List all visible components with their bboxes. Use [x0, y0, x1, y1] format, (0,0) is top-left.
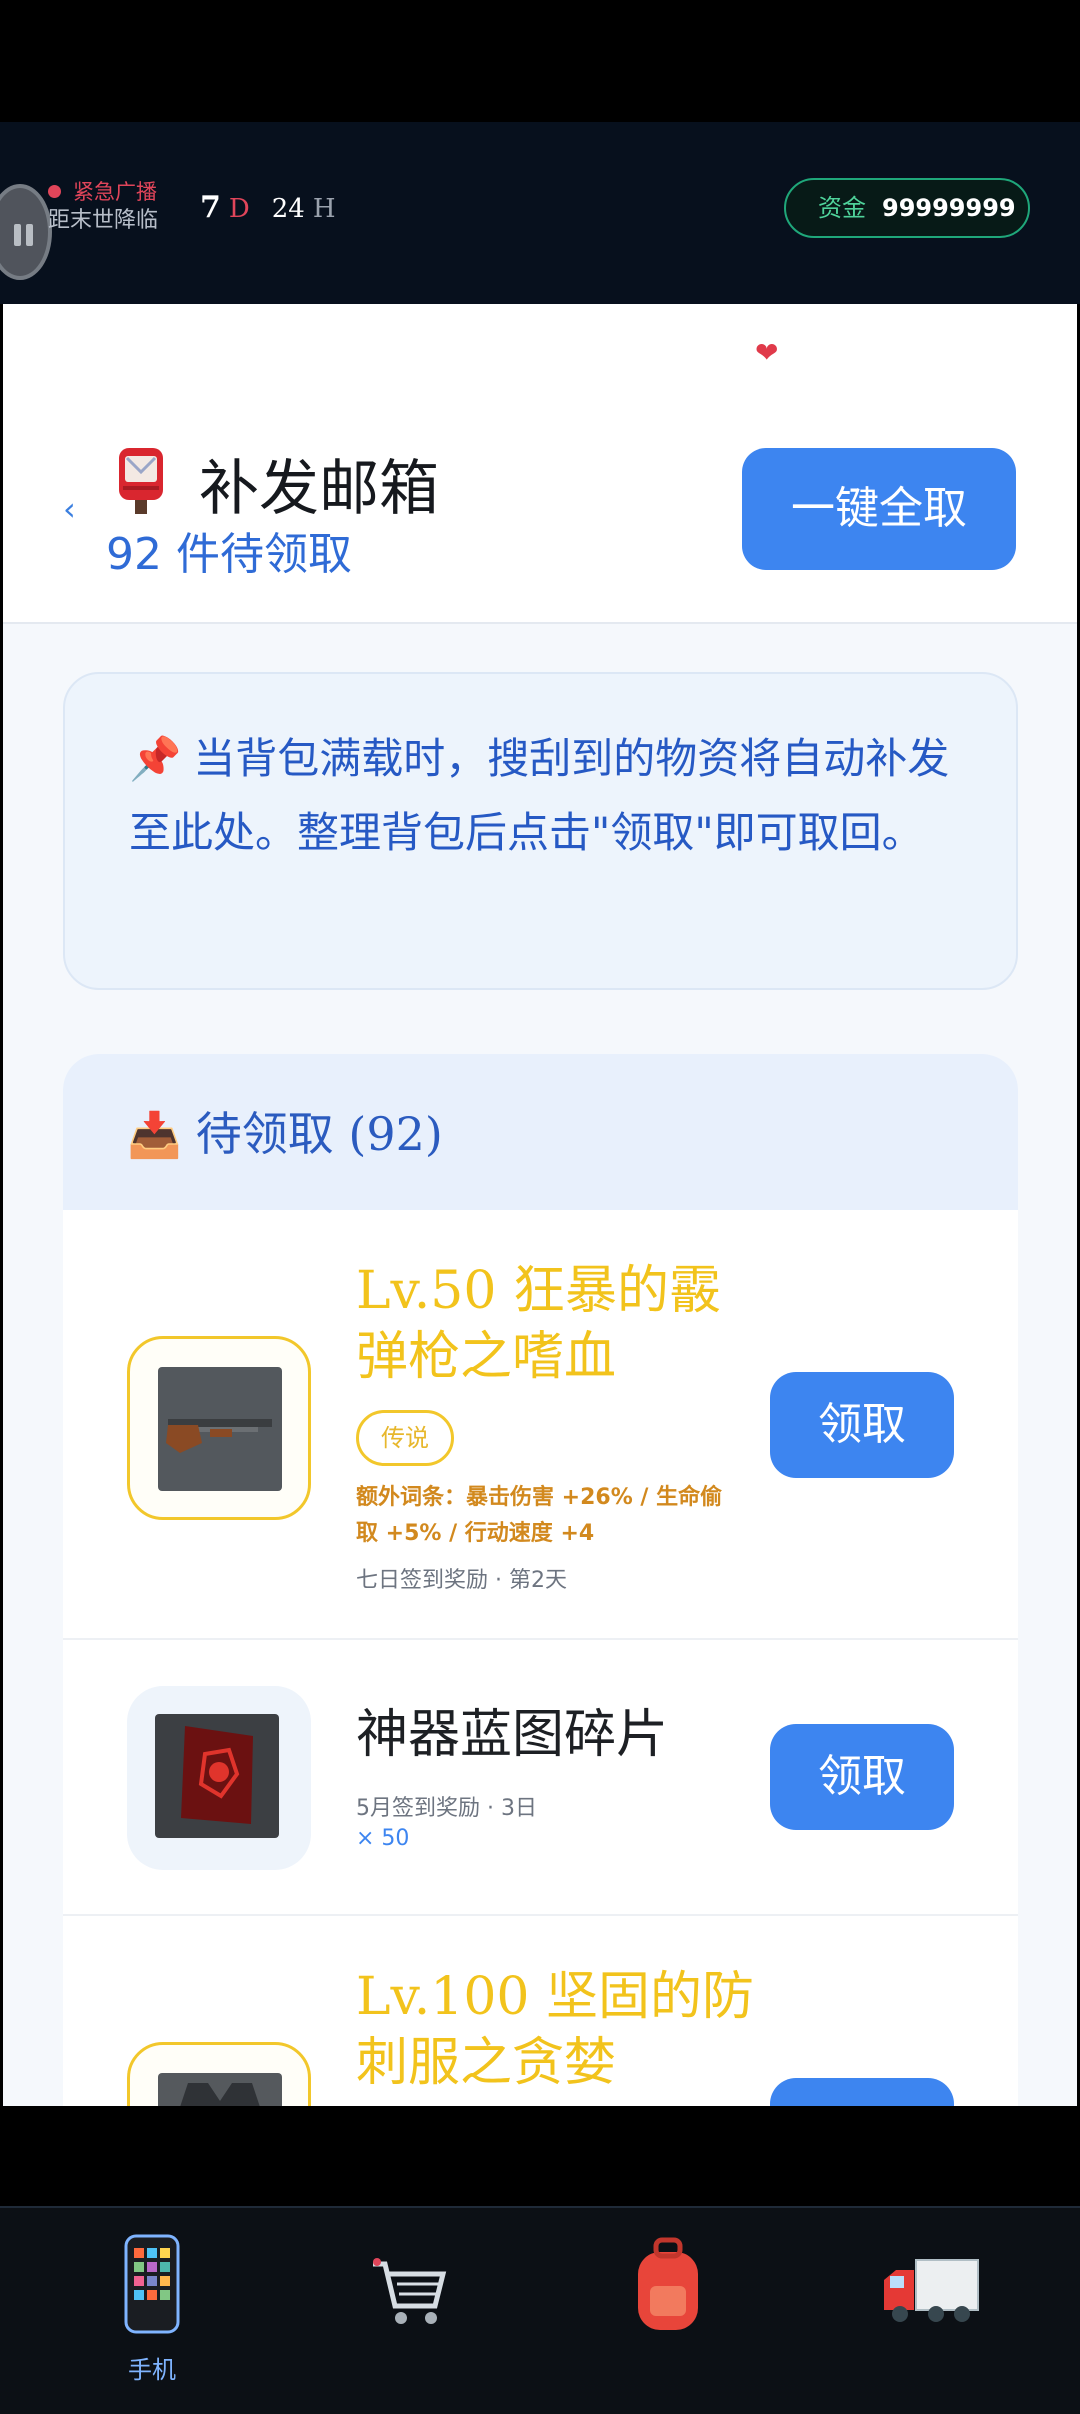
alert-dot-icon — [48, 185, 61, 198]
list-item: Lv.100 坚固的防刺服之贪婪 领取 — [63, 1916, 1018, 2106]
backpack-icon — [638, 2237, 698, 2330]
pushpin-icon: 📌 — [129, 734, 182, 783]
item-thumbnail — [127, 2042, 311, 2106]
item-name: 神器蓝图碎片 — [356, 1705, 669, 1765]
claim-button[interactable]: 领取 — [770, 1724, 954, 1830]
pause-icon — [14, 224, 34, 246]
list-item: 神器蓝图碎片 5月签到奖励 · 3日 × 50 领取 — [63, 1640, 1018, 1916]
postbox-icon — [119, 448, 163, 514]
page-title: 补发邮箱 — [199, 454, 439, 524]
item-source: 七日签到奖励 · 第2天 — [356, 1568, 567, 1593]
pending-count: 92 件待领取 — [106, 529, 352, 580]
bottom-spacer — [0, 2106, 1080, 2206]
status-bar-area — [0, 0, 1080, 122]
mailbox-panel: ❤ ‹ 补发邮箱 92 件待领取 一键全取 📌 当背包满载时，搜刮到的物资将自动补… — [3, 304, 1077, 2106]
rarity-badge: 传说 — [356, 1410, 454, 1466]
item-source: 5月签到奖励 · 3日 — [356, 1796, 537, 1821]
heart-icon: ❤ — [755, 336, 779, 369]
broadcast-label: 紧急广播 — [73, 180, 157, 204]
tab-label: 手机 — [128, 2356, 176, 2384]
doom-countdown-label: 距末世降临 — [48, 208, 159, 233]
stab-vest-icon — [158, 2073, 282, 2106]
list-header: 📥 待领取 (92) — [63, 1054, 1018, 1210]
claim-button[interactable]: 领取 — [770, 2078, 954, 2106]
funds-value: 99999999 — [882, 194, 1016, 222]
countdown-timer: 7 D 24 H — [200, 190, 336, 225]
days-unit: D — [228, 194, 250, 224]
tab-shop[interactable] — [338, 2226, 478, 2396]
item-name: Lv.100 坚固的防刺服之贪婪 — [356, 1967, 755, 2093]
truck-icon — [884, 2259, 979, 2322]
item-name: Lv.50 狂暴的霰弹枪之嗜血 — [356, 1261, 721, 1387]
list-item: Lv.50 狂暴的霰弹枪之嗜血 传说 额外词条：暴击伤害 +26% / 生命偷取… — [63, 1210, 1018, 1640]
shotgun-icon — [158, 1367, 282, 1491]
claim-all-button[interactable]: 一键全取 — [742, 448, 1016, 570]
blueprint-fragment-icon — [155, 1714, 279, 1838]
funds-label: 资金 — [818, 194, 866, 222]
tab-backpack[interactable] — [600, 2226, 740, 2396]
claim-button[interactable]: 领取 — [770, 1372, 954, 1478]
tab-delivery[interactable] — [860, 2226, 1000, 2396]
days-value: 7 — [200, 190, 221, 225]
phone-icon — [124, 2234, 180, 2334]
cart-icon — [373, 2258, 447, 2324]
tab-phone[interactable]: 手机 — [82, 2226, 222, 2396]
item-quantity: × 50 — [356, 1826, 410, 1851]
list-title: 待领取 (92) — [195, 1107, 443, 1161]
funds-badge: 资金 99999999 — [784, 178, 1030, 238]
inbox-tray-icon: 📥 — [127, 1110, 182, 1161]
mailbox-header: ❤ ‹ 补发邮箱 92 件待领取 一键全取 — [3, 304, 1077, 624]
item-affix: 额外词条：暴击伤害 +26% / 生命偷取 +5% / 行动速度 +4 — [356, 1485, 723, 1546]
hours-unit: H — [312, 194, 336, 224]
pending-list: 📥 待领取 (92) Lv.50 狂暴的霰弹枪之嗜血 传说 额外词条：暴击伤害 +… — [63, 1054, 1018, 2106]
bottom-tab-bar: 手机 — [0, 2206, 1080, 2414]
item-thumbnail — [127, 1336, 311, 1520]
notice-text: 当背包满载时，搜刮到的物资将自动补发至此处。整理背包后点击"领取"即可取回。 — [129, 734, 950, 857]
emergency-broadcast: 紧急广播 — [48, 178, 157, 206]
item-thumbnail — [127, 1686, 311, 1870]
hours-value: 24 — [271, 194, 305, 224]
notice-box: 📌 当背包满载时，搜刮到的物资将自动补发至此处。整理背包后点击"领取"即可取回。 — [63, 672, 1018, 990]
back-button[interactable]: ‹ — [63, 490, 76, 528]
